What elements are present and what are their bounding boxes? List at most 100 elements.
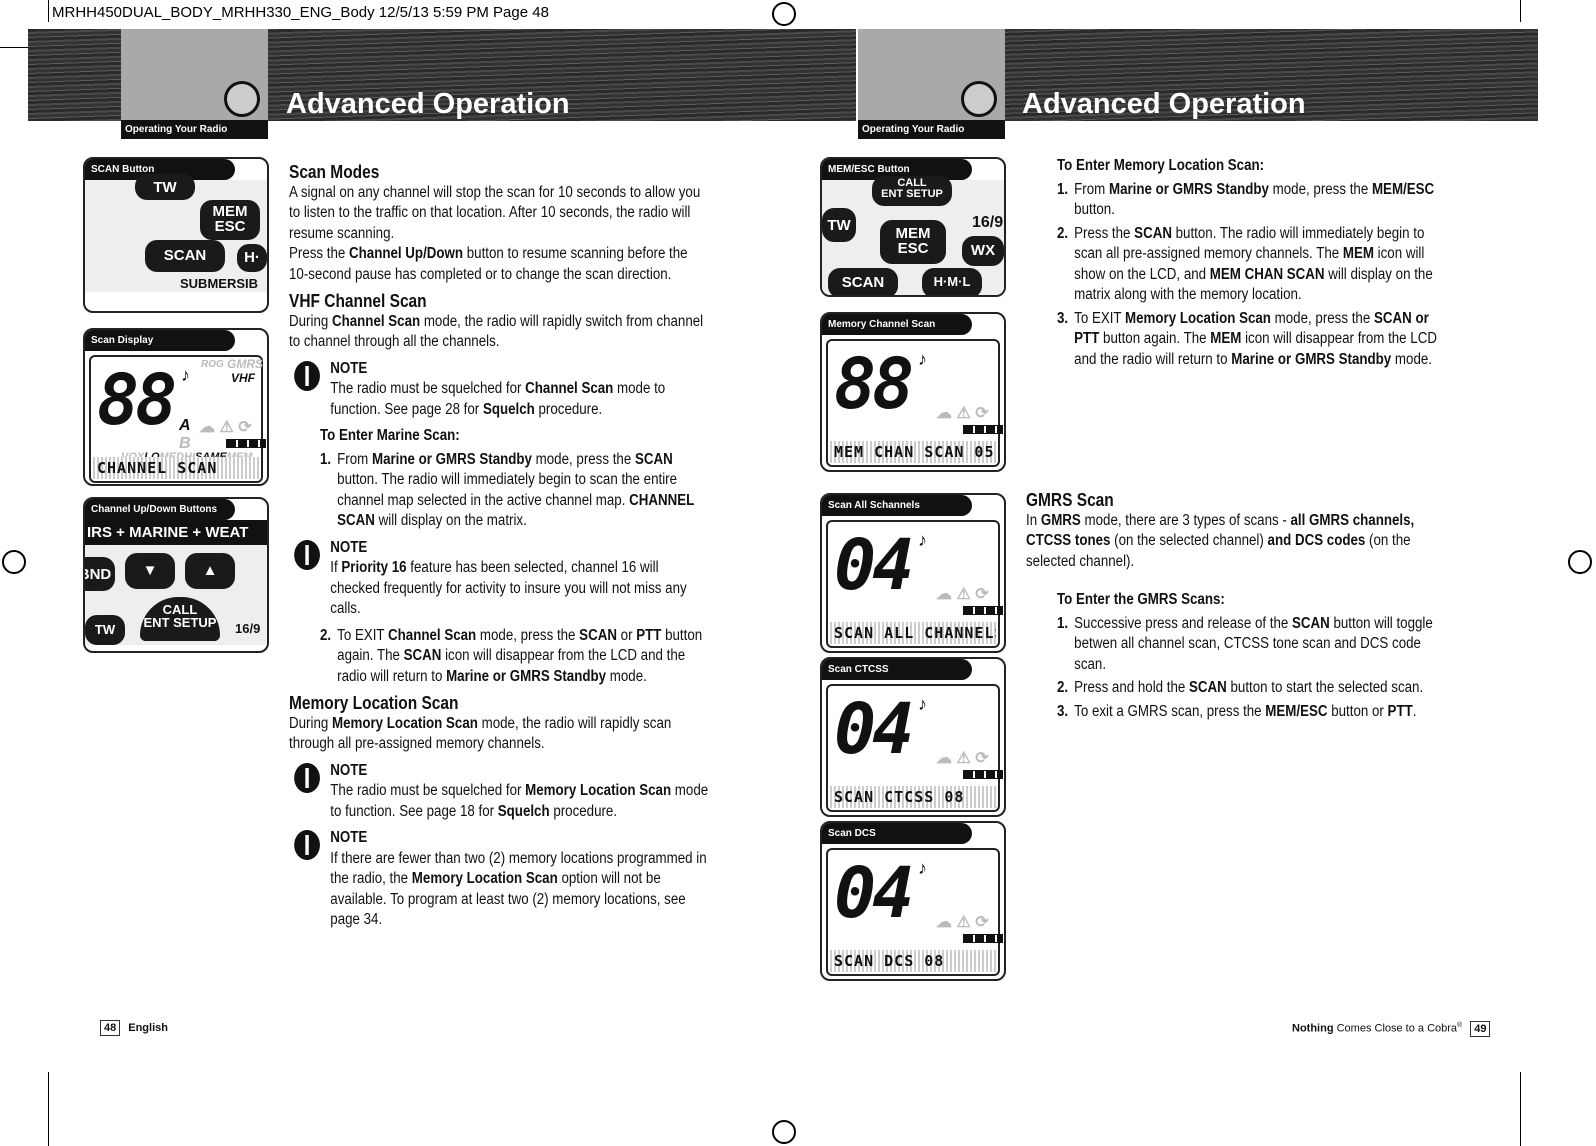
bold-term: SCAN [1292,614,1330,632]
step-number: 1. [1056,614,1069,632]
text-run: During [289,714,332,732]
bold-term: Marine or GMRS Standby [1108,180,1269,198]
figure-caption: Scan CTCSS [822,659,972,680]
music-note-icon: ♪ [918,349,927,369]
subheading: To Enter Memory Location Scan: [1056,157,1265,174]
crop-mark [48,1072,49,1146]
note-icon [294,360,320,391]
bold-term: Marine or GMRS Standby [1231,350,1392,368]
text-run: mode. [606,667,647,685]
lcd-display: 04 ♪ ☁ ⚠ ⟳ SCAN DCS 08 [826,848,1003,976]
note-body: If Priority 16 feature has been selected… [330,558,710,620]
registration-mark-icon [2,550,26,574]
text-run: To EXIT [1074,309,1126,327]
lcd-display: 04 ♪ ☁ ⚠ ⟳ SCAN ALL CHANNELS [826,520,1003,648]
step-body: To exit a GMRS scan, press the MEM/ESC b… [1074,702,1447,723]
text-run: mode, press the [1270,309,1374,327]
text-run: The radio must be squelched for [330,380,526,397]
bold-term: MEM/ESC [1265,702,1328,720]
section-tab-right: Operating Your Radio [858,29,1005,139]
bold-term: GMRS [1040,511,1081,529]
brand-tagline: Comes Close to a Cobra [1333,1022,1458,1035]
channel-digits: 04 [834,688,914,770]
bold-term: Memory Location Scan [525,782,672,799]
battery-icon [963,606,1003,615]
bold-term: SCAN [579,626,617,644]
lcd-display: 04 ♪ ☁ ⚠ ⟳ SCAN CTCSS 08 [826,684,1003,812]
right-column-text: To Enter Memory Location Scan: 1. From Ma… [1026,156,1447,373]
print-slug: MRHH450DUAL_BODY_MRHH330_ENG_Body 12/5/1… [52,4,549,21]
step-body: From Marine or GMRS Standby mode, press … [337,450,710,532]
text-run: button again. The [1099,330,1211,347]
text-run: The radio must be squelched for [330,782,526,799]
note-body: The radio must be squelched for Memory L… [330,781,710,822]
music-note-icon: ♪ [181,365,190,385]
gmrs-section: GMRS Scan In GMRS mode, there are 3 type… [1026,484,1447,725]
figure-mem-esc-button: MEM/ESC Button CALL ENT SETUP TW MEM ESC… [820,157,1006,297]
bold-term: Marine or GMRS Standby [371,450,532,468]
bold-term: MEM [1210,330,1242,347]
registration-mark-icon [1568,550,1592,574]
channel-digits: 04 [834,524,914,606]
weather-icon: ☁ ⚠ ⟳ [936,914,989,931]
text-run: procedure. [549,802,618,820]
page-number: 48 [100,1020,121,1036]
footer-left: 48 English [100,1020,168,1036]
step-number: 3. [1056,309,1069,327]
note-icon [294,539,320,570]
a-indicator: A [179,417,191,434]
weather-icon: ☁ ⚠ ⟳ [936,750,989,767]
heading-memory-location-scan: Memory Location Scan [289,693,459,713]
dot-matrix-text: SCAN DCS 08 [830,950,996,972]
dot-matrix-text: CHANNEL SCAN [93,457,259,479]
radio-icon [224,81,260,117]
heading-gmrs-scan: GMRS Scan [1026,490,1114,510]
weather-icon: ☁ ⚠ ⟳ [936,586,989,603]
paragraph: During Memory Location Scan mode, the ra… [289,714,710,755]
mem-esc-key: MEM ESC [200,200,260,240]
heading-vhf-channel-scan: VHF Channel Scan [289,291,427,311]
bold-term: MEM/ESC [1371,180,1435,198]
text-run: button. The radio will immediately begin… [337,471,678,509]
footer-right: Nothing Comes Close to a Cobra® 49 [1292,1020,1491,1037]
note: NOTE If there are fewer than two (2) memo… [289,828,710,931]
figure-caption: Memory Channel Scan [822,314,972,335]
section-tab-label: Operating Your Radio [858,120,1005,139]
wx-key: WX [962,236,1004,266]
step-body: To EXIT Channel Scan mode, press the SCA… [337,626,710,688]
step: 2. To EXIT Channel Scan mode, press the S… [289,626,710,688]
bold-term: MEM CHAN SCAN [1209,265,1325,283]
scan-key: SCAN [145,240,225,272]
figure-caption: Channel Up/Down Buttons [85,499,235,520]
weather-icon: ☁ ⚠ ⟳ [936,405,989,422]
note-label: NOTE [330,538,368,556]
figure-caption: Scan Display [85,330,235,351]
step: 2. Press and hold the SCAN button to star… [1026,678,1447,699]
subheading: To Enter the GMRS Scans: [1056,591,1225,608]
step-number: 2. [1056,679,1069,696]
note: NOTE If Priority 16 feature has been sele… [289,538,710,620]
call-key: CALL ENT SETUP [872,176,952,206]
text-run: Press the [289,245,350,262]
heading-scan-modes: Scan Modes [289,162,380,182]
text-run: mode, there are 3 types of scans - [1080,511,1291,529]
paragraph: A signal on any channel will stop the sc… [289,183,710,245]
step-number: 2. [1056,224,1069,242]
page-title-left: Advanced Operation [286,88,570,120]
hml-key: H·M·L [922,268,982,295]
figure-lcd: Scan CTCSS 04 ♪ ☁ ⚠ ⟳ SCAN CTCSS 08 [820,657,1006,817]
bold-term: PTT [1387,702,1413,720]
section-tab-label: Operating Your Radio [121,120,268,139]
step-number: 2. [319,626,332,644]
figure-scan-button: SCAN Button TW MEM ESC SCAN H· SUBMERSIB [83,157,269,313]
dot-matrix-text: SCAN ALL CHANNELS [830,622,996,644]
text-run: button to start the selected scan. [1226,679,1424,696]
gmrs-indicator: GMRS [227,357,263,371]
mem-esc-key: MEM ESC [880,220,946,264]
step: 3. To exit a GMRS scan, press the MEM/ESC… [1026,702,1447,723]
subheading: To Enter Marine Scan: [319,427,460,444]
brand-tagline-bold: Nothing [1292,1022,1334,1035]
registration-mark-icon [772,2,796,26]
bold-term: SCAN [1134,224,1172,242]
text-run: mode. [1391,350,1432,368]
